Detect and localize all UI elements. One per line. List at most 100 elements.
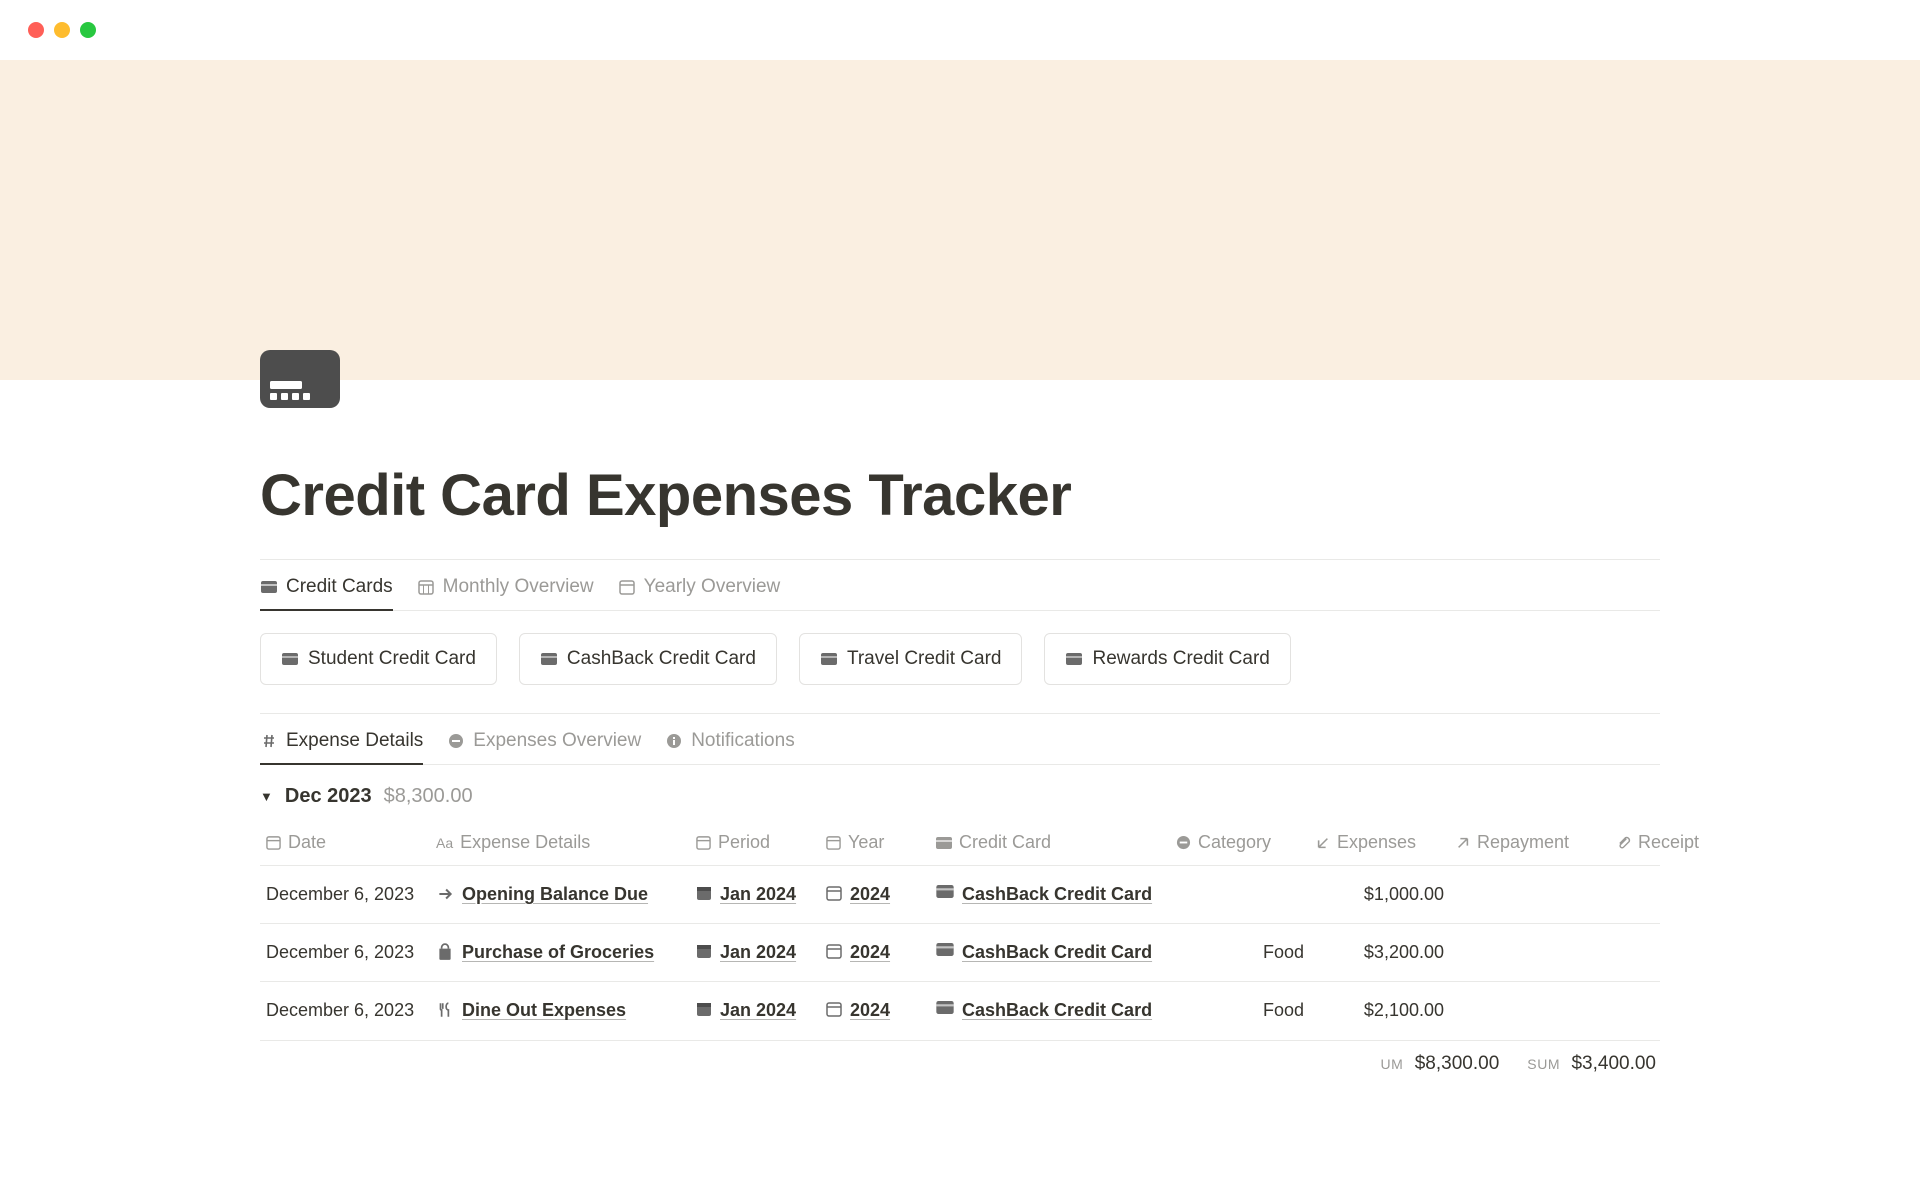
minus-circle-icon [447,732,465,750]
paperclip-icon [1616,835,1631,850]
cell-receipt [1610,992,1720,1004]
page-icon[interactable] [260,350,340,408]
cell-repayment [1450,992,1610,1004]
hash-icon [260,732,278,750]
cell-expenses: $1,000.00 [1310,876,1450,913]
cell-credit-card[interactable]: CashBack Credit Card [930,992,1170,1029]
col-credit-card[interactable]: Credit Card [930,828,1170,857]
card-rewards-credit-card[interactable]: Rewards Credit Card [1044,633,1290,685]
tab-yearly-overview[interactable]: Yearly Overview [618,566,781,610]
group-name: Dec 2023 [285,785,372,808]
window-maximize-button[interactable] [80,22,96,38]
cell-year[interactable]: 2024 [820,934,930,971]
credit-card-icon [281,650,299,668]
cell-year[interactable]: 2024 [820,876,930,913]
col-repayment[interactable]: Repayment [1450,828,1610,857]
cell-year[interactable]: 2024 [820,992,930,1029]
table-row[interactable]: December 6, 2023 Purchase of Groceries J… [260,924,1660,982]
page-title[interactable]: Credit Card Expenses Tracker [260,462,1660,529]
card-label: Travel Credit Card [847,648,1002,670]
table-row[interactable]: December 6, 2023 Dine Out Expenses Jan 2… [260,982,1660,1040]
card-student-credit-card[interactable]: Student Credit Card [260,633,497,685]
cell-period[interactable]: Jan 2024 [690,992,820,1029]
group-toggle-icon[interactable]: ▼ [260,789,273,804]
tab-credit-cards[interactable]: Credit Cards [260,566,393,610]
cell-value: CashBack Credit Card [962,940,1152,965]
col-label: Year [848,832,884,853]
calendar-grid-icon [696,1001,712,1017]
table-row[interactable]: December 6, 2023 Opening Balance Due Jan… [260,866,1660,924]
tab-expenses-overview[interactable]: Expenses Overview [447,720,641,764]
calendar-grid-icon [696,835,711,850]
col-year[interactable]: Year [820,828,930,857]
view-tabs-top: Credit Cards Monthly Overview Yearly Ove… [260,560,1660,611]
cell-value: Jan 2024 [720,882,796,907]
group-header[interactable]: ▼ Dec 2023 $8,300.00 [260,765,1660,820]
cell-credit-card[interactable]: CashBack Credit Card [930,934,1170,971]
col-label: Expenses [1337,832,1416,853]
col-label: Category [1198,832,1271,853]
cell-expense-details[interactable]: Dine Out Expenses [430,992,690,1029]
cell-repayment [1450,934,1610,946]
cell-value: Purchase of Groceries [462,940,654,965]
col-date[interactable]: Date [260,828,430,857]
card-cashback-credit-card[interactable]: CashBack Credit Card [519,633,777,685]
cell-period[interactable]: Jan 2024 [690,934,820,971]
arrow-down-left-icon [1316,836,1330,850]
bag-icon [436,943,454,961]
minus-circle-icon [1176,835,1191,850]
col-period[interactable]: Period [690,828,820,857]
window-close-button[interactable] [28,22,44,38]
col-label: Date [288,832,326,853]
calendar-icon [826,835,841,850]
cell-value: Opening Balance Due [462,882,648,907]
tab-expense-details[interactable]: Expense Details [260,720,423,764]
view-tabs-details: Expense Details Expenses Overview Notifi… [260,714,1660,765]
tab-label: Yearly Overview [644,576,781,598]
cell-expense-details[interactable]: Purchase of Groceries [430,934,690,971]
sum-value: $8,300.00 [1415,1053,1500,1074]
calendar-grid-icon [696,943,712,959]
col-expense-details[interactable]: Aa Expense Details [430,828,690,857]
cell-period[interactable]: Jan 2024 [690,876,820,913]
card-gallery: Student Credit Card CashBack Credit Card… [260,611,1660,713]
sum-value: $3,400.00 [1571,1053,1656,1074]
utensils-icon [436,1001,454,1019]
cell-category: Food [1170,934,1310,971]
tab-label: Notifications [691,730,795,752]
tab-monthly-overview[interactable]: Monthly Overview [417,566,594,610]
window-controls [0,0,1920,60]
cell-category [1170,876,1310,888]
credit-card-icon [260,578,278,596]
col-label: Repayment [1477,832,1569,853]
window-minimize-button[interactable] [54,22,70,38]
col-expenses[interactable]: Expenses [1310,828,1450,857]
group-amount: $8,300.00 [384,785,473,808]
col-category[interactable]: Category [1170,828,1310,857]
card-travel-credit-card[interactable]: Travel Credit Card [799,633,1023,685]
page-banner [0,60,1920,380]
cell-value: CashBack Credit Card [962,882,1152,907]
cell-value: Dine Out Expenses [462,998,626,1023]
credit-card-icon [936,885,954,898]
cell-credit-card[interactable]: CashBack Credit Card [930,876,1170,913]
cell-expenses: $2,100.00 [1310,992,1450,1029]
cell-expense-details[interactable]: Opening Balance Due [430,876,690,913]
expenses-table: Date Aa Expense Details Period Year Cred… [260,820,1660,1041]
card-label: Rewards Credit Card [1092,648,1269,670]
cell-receipt [1610,934,1720,946]
col-label: Receipt [1638,832,1699,853]
card-label: Student Credit Card [308,648,476,670]
col-receipt[interactable]: Receipt [1610,828,1720,857]
cell-date: December 6, 2023 [260,934,430,971]
cell-value: Jan 2024 [720,998,796,1023]
cell-repayment [1450,876,1610,888]
tab-label: Expense Details [286,730,423,752]
sum-label: SUM [1527,1056,1560,1072]
calendar-icon [266,835,281,850]
card-label: CashBack Credit Card [567,648,756,670]
tab-notifications[interactable]: Notifications [665,720,795,764]
sum-label: UM [1380,1056,1403,1072]
credit-card-icon [936,837,952,849]
calendar-icon [826,1001,842,1017]
